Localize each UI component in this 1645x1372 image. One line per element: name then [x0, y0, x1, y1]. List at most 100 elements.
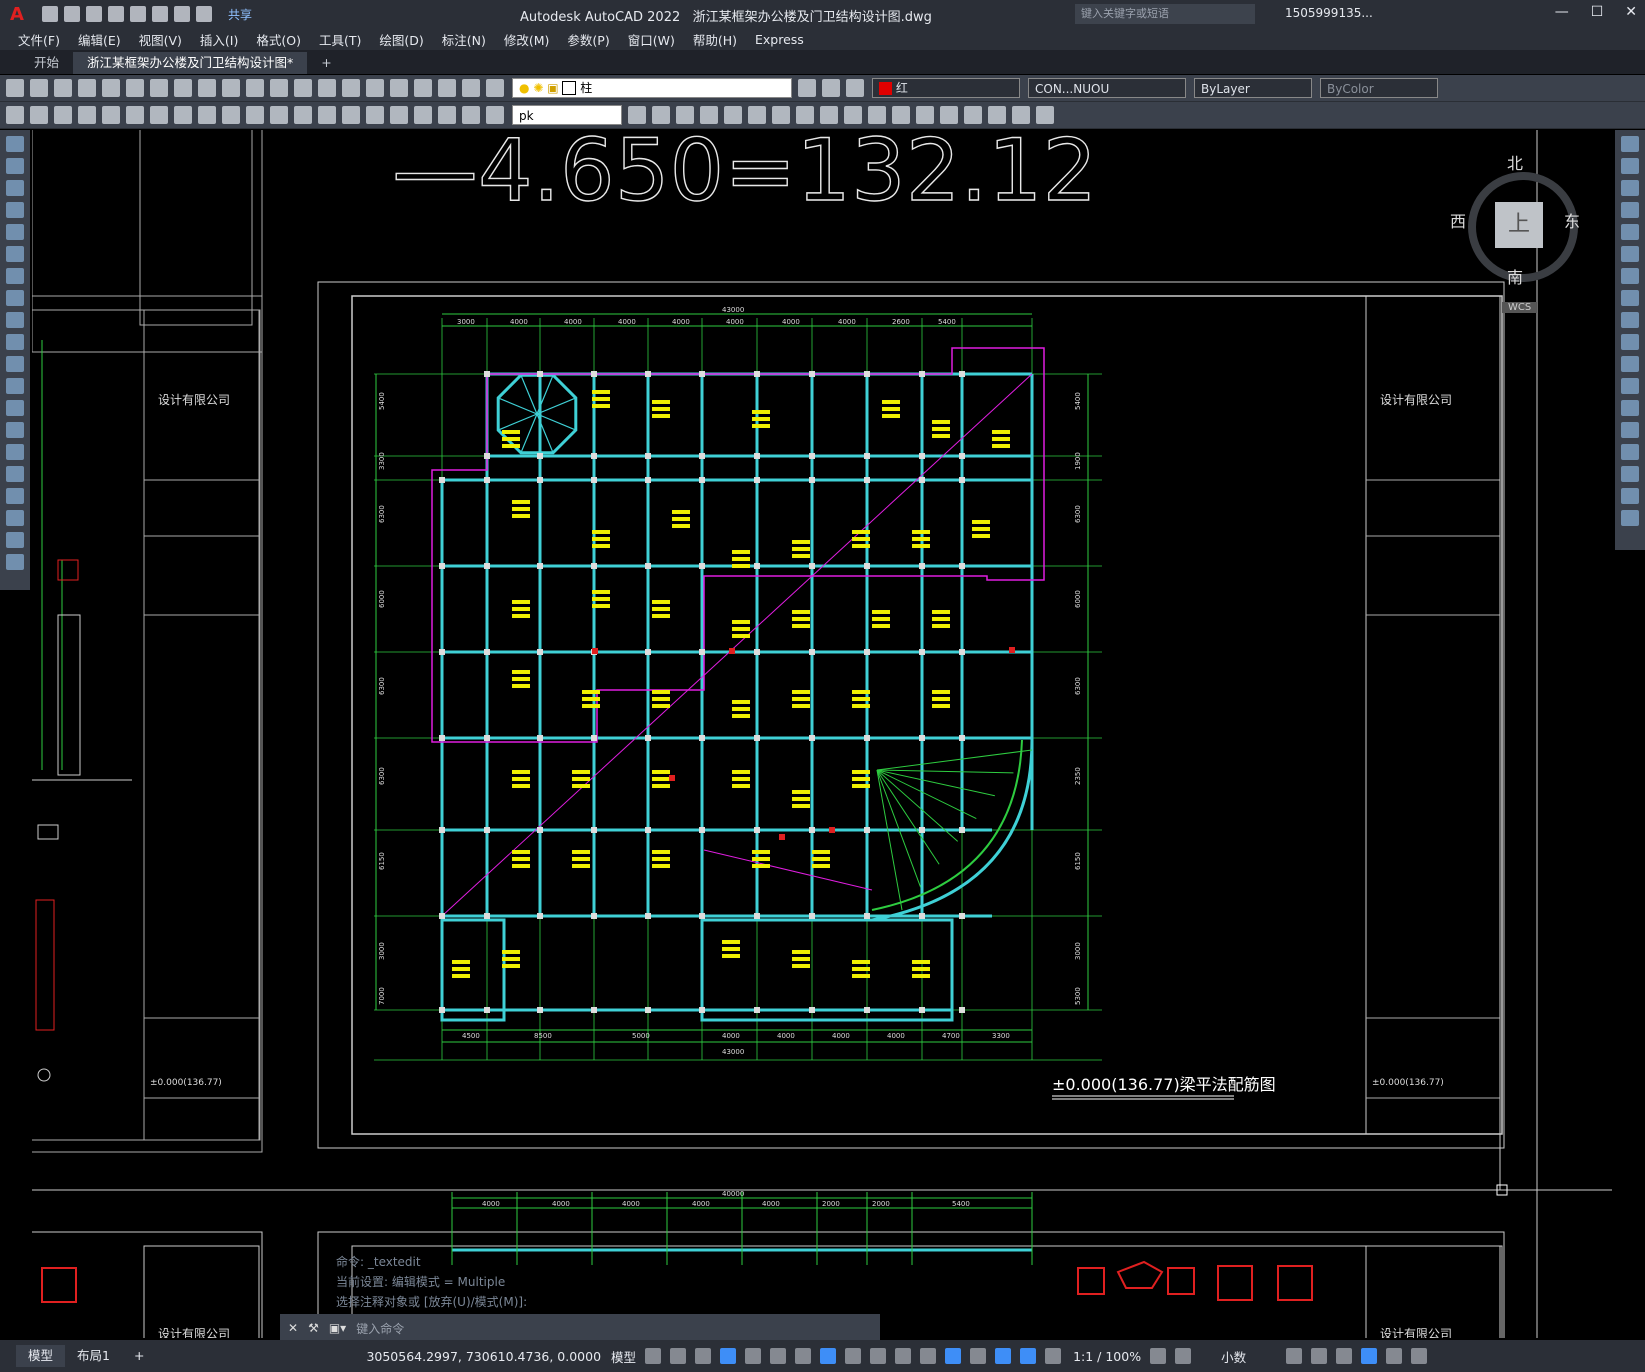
modify-tool-icon[interactable] [844, 106, 862, 124]
menu-item[interactable]: 视图(V) [139, 30, 182, 49]
menu-item[interactable]: 插入(I) [200, 30, 238, 49]
minimize-icon[interactable]: — [1555, 4, 1569, 20]
ordinate-dim-icon[interactable] [102, 106, 120, 124]
undo-icon[interactable] [246, 79, 264, 97]
menu-item[interactable]: 帮助(H) [693, 30, 737, 49]
ortho-icon[interactable] [720, 1348, 737, 1364]
modify-tool-icon[interactable] [628, 106, 646, 124]
draw-tool-icon[interactable] [6, 268, 24, 284]
tab-layout1[interactable]: 布局1 [65, 1345, 122, 1367]
aligned-dim-icon[interactable] [54, 106, 72, 124]
menu-item[interactable]: 工具(T) [319, 30, 361, 49]
units-selector[interactable]: 小数 [1221, 1347, 1246, 1366]
cut-icon[interactable] [150, 79, 168, 97]
modify-tool-icon[interactable] [1621, 400, 1639, 416]
design-center-icon[interactable] [390, 79, 408, 97]
modify-tool-icon[interactable] [1621, 312, 1639, 328]
dim-edit-icon[interactable] [438, 106, 456, 124]
dim-text-edit-icon[interactable] [462, 106, 480, 124]
draw-tool-icon[interactable] [6, 422, 24, 438]
tab-start[interactable]: 开始 [20, 52, 73, 74]
web-mobile-icon[interactable] [130, 6, 146, 22]
modify-tool-icon[interactable] [652, 106, 670, 124]
arc-length-dim-icon[interactable] [78, 106, 96, 124]
modify-tool-icon[interactable] [892, 106, 910, 124]
open-icon[interactable] [64, 6, 80, 22]
dynamic-ucs-icon[interactable] [945, 1348, 962, 1364]
layer-manager-icon[interactable] [486, 79, 504, 97]
modify-tool-icon[interactable] [1621, 356, 1639, 372]
isodraft-icon[interactable] [770, 1348, 787, 1364]
diameter-dim-icon[interactable] [174, 106, 192, 124]
tab-drawing[interactable]: 浙江某框架办公楼及门卫结构设计图* [73, 52, 308, 74]
modify-tool-icon[interactable] [1621, 378, 1639, 394]
menu-item[interactable]: 绘图(D) [379, 30, 423, 49]
properties-icon[interactable] [366, 79, 384, 97]
redo-icon[interactable] [196, 6, 212, 22]
draw-tool-icon[interactable] [6, 180, 24, 196]
inspect-icon[interactable] [390, 106, 408, 124]
plus-icon[interactable] [1175, 1348, 1192, 1364]
dim-space-icon[interactable] [294, 106, 312, 124]
transparency-icon[interactable] [870, 1348, 887, 1364]
annotation-visibility-icon[interactable] [1020, 1348, 1037, 1364]
draw-tool-icon[interactable] [6, 444, 24, 460]
draw-tool-icon[interactable] [6, 532, 24, 548]
draw-tool-icon[interactable] [6, 510, 24, 526]
modify-tool-icon[interactable] [1621, 290, 1639, 306]
redo-icon[interactable] [270, 79, 288, 97]
3d-osnap-icon[interactable] [920, 1348, 937, 1364]
draw-tool-icon[interactable] [6, 224, 24, 240]
menu-item[interactable]: 编辑(E) [78, 30, 121, 49]
modify-tool-icon[interactable] [1036, 106, 1054, 124]
quick-dim-icon[interactable] [6, 106, 24, 124]
coordinates[interactable]: 3050564.2997, 730610.4736, 0.0000 [366, 1349, 601, 1364]
menu-item[interactable]: 参数(P) [567, 30, 609, 49]
menu-item[interactable]: 文件(F) [18, 30, 60, 49]
drawing-canvas[interactable]: —4.650=132.12 设计有限公司 ±0.000(136.77) 设计有限… [32, 130, 1612, 1338]
close-icon[interactable]: ✕ [1625, 4, 1637, 20]
annotation-scale[interactable]: 1:1 / 100% [1073, 1349, 1141, 1364]
quick-properties-icon[interactable] [1286, 1348, 1303, 1364]
plotstyle-combo[interactable]: ByColor [1320, 78, 1438, 98]
draw-tool-icon[interactable] [6, 290, 24, 306]
tab-model[interactable]: 模型 [16, 1345, 66, 1367]
layer-combo[interactable]: ● ✺ ▣ 柱 [512, 78, 792, 98]
new-icon[interactable] [42, 6, 58, 22]
modify-tool-icon[interactable] [748, 106, 766, 124]
compass-west[interactable]: 西 [1450, 208, 1466, 232]
saveas-icon[interactable] [108, 6, 124, 22]
command-input[interactable]: 键入命令 [356, 1320, 404, 1337]
save-icon[interactable] [54, 79, 72, 97]
grid-icon[interactable] [645, 1348, 662, 1364]
recent-commands-icon[interactable]: ▣▾ [329, 1321, 346, 1335]
modify-tool-icon[interactable] [1621, 422, 1639, 438]
save-icon[interactable] [86, 6, 102, 22]
modify-tool-icon[interactable] [988, 106, 1006, 124]
command-line[interactable]: ✕ ⚒ ▣▾ 键入命令 [280, 1314, 880, 1342]
modify-tool-icon[interactable] [1621, 488, 1639, 504]
wcs-menu[interactable]: WCS [1502, 302, 1538, 313]
osnap-tracking-icon[interactable] [795, 1348, 812, 1364]
modify-tool-icon[interactable] [1621, 246, 1639, 262]
lineweight-icon[interactable] [845, 1348, 862, 1364]
viewcube-face[interactable]: 上 [1495, 202, 1543, 248]
paste-icon[interactable] [198, 79, 216, 97]
close-icon[interactable]: ✕ [288, 1321, 298, 1335]
continue-dim-icon[interactable] [270, 106, 288, 124]
infer-icon[interactable] [695, 1348, 712, 1364]
zoom-window-icon[interactable] [342, 79, 360, 97]
draw-tool-icon[interactable] [6, 202, 24, 218]
new-icon[interactable] [6, 79, 24, 97]
lock-ui-icon[interactable] [1311, 1348, 1328, 1364]
modify-tool-icon[interactable] [1621, 136, 1639, 152]
angular-dim-icon[interactable] [198, 106, 216, 124]
preview-icon[interactable] [102, 79, 120, 97]
modify-tool-icon[interactable] [820, 106, 838, 124]
modify-tool-icon[interactable] [1621, 510, 1639, 526]
draw-tool-icon[interactable] [6, 334, 24, 350]
lineweight-combo[interactable]: ByLayer [1194, 78, 1312, 98]
modify-tool-icon[interactable] [1621, 444, 1639, 460]
baseline-dim-icon[interactable] [246, 106, 264, 124]
draw-tool-icon[interactable] [6, 312, 24, 328]
